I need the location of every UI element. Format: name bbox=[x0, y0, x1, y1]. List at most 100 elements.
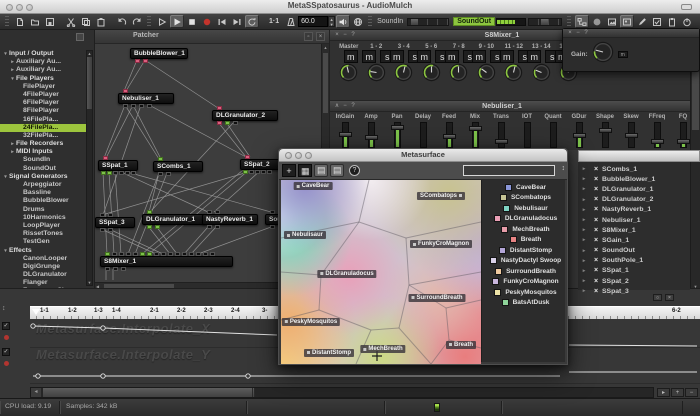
zoom-out-button[interactable]: − bbox=[685, 388, 698, 397]
chevron-right-icon[interactable]: ▸ bbox=[578, 248, 590, 254]
undo-button[interactable] bbox=[115, 15, 129, 28]
patcher-node-dlgranulator_1[interactable]: DLGranulator_1 bbox=[142, 214, 206, 225]
metronome-button[interactable] bbox=[284, 15, 298, 28]
redo-button[interactable] bbox=[130, 15, 144, 28]
open-file-button[interactable] bbox=[28, 15, 42, 28]
slider-handle[interactable] bbox=[625, 133, 638, 138]
param-slider[interactable] bbox=[472, 122, 479, 148]
object-row-sspat_3[interactable]: ▸×SSpat_3 bbox=[578, 286, 690, 296]
delete-icon[interactable]: × bbox=[590, 227, 602, 234]
copy-button[interactable] bbox=[79, 15, 93, 28]
chevron-right-icon[interactable]: ▸ bbox=[578, 176, 590, 182]
patcher-node-scombs_1[interactable]: SCombs_1 bbox=[153, 161, 203, 172]
slider-handle[interactable] bbox=[391, 125, 404, 130]
patcher-node-dlgranulator_2[interactable]: DLGranulator_2 bbox=[212, 110, 278, 121]
mute-button[interactable]: m bbox=[445, 50, 459, 63]
delete-icon[interactable]: × bbox=[590, 288, 602, 295]
channel-gain-knob[interactable] bbox=[445, 63, 473, 87]
channel-gain-knob[interactable] bbox=[390, 63, 418, 87]
patcher-node-sspat_2[interactable]: SSpat_2 bbox=[240, 159, 282, 170]
sidebar-item-midi-inputs[interactable]: ▸MIDI Inputs bbox=[0, 148, 86, 156]
sidebar-item-8fileplayer[interactable]: 8FilePlayer bbox=[0, 107, 86, 115]
lane-sort-icon[interactable]: ↕ bbox=[2, 305, 6, 312]
preset-row-scombatops[interactable]: SCombatops bbox=[482, 193, 565, 204]
object-row-dlgranulator_1[interactable]: ▸×DLGranulator_1 bbox=[578, 184, 690, 194]
slider-handle[interactable] bbox=[599, 128, 612, 133]
chevron-down-icon[interactable]: ▾ bbox=[2, 173, 9, 181]
delete-icon[interactable]: × bbox=[590, 257, 602, 264]
grid-view-button[interactable]: ▦ bbox=[298, 164, 312, 177]
delete-icon[interactable]: × bbox=[590, 247, 602, 254]
preset-chip-scombatops[interactable]: SCombatops bbox=[417, 192, 465, 200]
minimize-icon[interactable]: − bbox=[574, 29, 582, 38]
scroll-up-icon[interactable]: ▲ bbox=[322, 44, 329, 51]
audio-enable-button[interactable] bbox=[336, 15, 350, 28]
sidebar-item-4fileplayer[interactable]: 4FilePlayer bbox=[0, 91, 86, 99]
save-file-button[interactable] bbox=[43, 15, 57, 28]
tempo-spinner[interactable]: ▲▼ bbox=[328, 16, 335, 27]
object-row-sspat_2[interactable]: ▸×SSpat_2 bbox=[578, 276, 690, 286]
patcher-detach-button[interactable]: ▫ bbox=[304, 32, 313, 41]
preset-row-batsatdusk[interactable]: BatsAtDusk bbox=[482, 298, 565, 309]
gain-popup-header[interactable]: × − ? bbox=[563, 29, 699, 38]
play-button[interactable] bbox=[170, 15, 184, 28]
delete-icon[interactable]: × bbox=[590, 196, 602, 203]
patcher-node-nebuliser_1[interactable]: Nebuliser_1 bbox=[118, 93, 174, 104]
sidebar-item-input-output[interactable]: ▾Input / Output bbox=[0, 50, 86, 58]
metasurface-view-button[interactable] bbox=[620, 15, 634, 28]
patcher-header[interactable]: Patcher ▫ × bbox=[95, 30, 329, 44]
param-slider[interactable] bbox=[628, 122, 635, 148]
slider-handle[interactable] bbox=[365, 135, 378, 140]
preset-name-input[interactable] bbox=[463, 165, 555, 176]
preset-row-surroundbreath[interactable]: SurroundBreath bbox=[482, 266, 565, 277]
sidebar-item-auxiliary-au-[interactable]: ▸Auxiliary Au... bbox=[0, 58, 86, 66]
chevron-right-icon[interactable]: ▸ bbox=[578, 197, 590, 203]
minimize-icon[interactable]: − bbox=[341, 31, 349, 40]
lane-y-record-icon[interactable] bbox=[4, 361, 9, 366]
object-row-nebuliser_1[interactable]: ▸×Nebuliser_1 bbox=[578, 215, 690, 225]
sidebar-item-testgen[interactable]: TestGen bbox=[0, 238, 86, 246]
cut-button[interactable] bbox=[64, 15, 78, 28]
sidebar-item-soundin[interactable]: SoundIn bbox=[0, 156, 86, 164]
slider-thumb[interactable] bbox=[411, 19, 418, 25]
gain-knob[interactable] bbox=[592, 41, 614, 68]
object-row-s8mixer_1[interactable]: ▸×S8Mixer_1 bbox=[578, 225, 690, 235]
sidebar-item-6fileplayer[interactable]: 6FilePlayer bbox=[0, 99, 86, 107]
chevron-right-icon[interactable]: ▸ bbox=[578, 166, 590, 172]
mute-button[interactable]: m bbox=[472, 50, 486, 63]
preset-row-nebulisaur[interactable]: Nebulisaur bbox=[482, 203, 565, 214]
new-file-button[interactable] bbox=[13, 15, 27, 28]
sidebar-item-signal-generators[interactable]: ▾Signal Generators bbox=[0, 173, 86, 181]
lane-x-enable-checkbox[interactable]: ✓ bbox=[2, 322, 10, 330]
detail-view-button[interactable]: ▤ bbox=[330, 164, 344, 177]
minimize-icon[interactable]: − bbox=[341, 102, 349, 111]
preset-row-distantstomp[interactable]: DistantStomp bbox=[482, 245, 565, 256]
metasurface-titlebar[interactable]: Metasurface bbox=[279, 149, 567, 162]
delete-icon[interactable]: × bbox=[590, 217, 602, 224]
preset-chip-peskymosquitos[interactable]: PeskyMosquitos bbox=[282, 318, 340, 326]
sort-icon[interactable]: ↕ bbox=[562, 165, 566, 172]
preset-row-nastydactyl-swoop[interactable]: NastyDactyl Swoop bbox=[482, 256, 565, 267]
sidebar-item-auxiliary-au-[interactable]: ▸Auxiliary Au... bbox=[0, 66, 86, 74]
preset-chip-funkycromagnon[interactable]: FunkyCroMagnon bbox=[410, 240, 472, 248]
chevron-right-icon[interactable]: ▸ bbox=[578, 258, 590, 264]
scroll-down-icon[interactable]: ▼ bbox=[87, 280, 92, 285]
network-button[interactable] bbox=[351, 15, 365, 28]
timeline-play-button[interactable]: ▸ bbox=[657, 388, 670, 397]
about-button[interactable] bbox=[680, 15, 694, 28]
monitor-view-button[interactable] bbox=[590, 15, 604, 28]
sidebar-item-loopplayer[interactable]: LoopPlayer bbox=[0, 222, 86, 230]
param-slider[interactable] bbox=[446, 122, 453, 148]
preset-row-cavebear[interactable]: CaveBear bbox=[482, 182, 565, 193]
scrollbar-thumb[interactable] bbox=[43, 388, 255, 397]
patcher-node-sspat_1[interactable]: SSpat_1 bbox=[98, 160, 138, 171]
channel-gain-knob[interactable] bbox=[335, 63, 363, 87]
record-button[interactable] bbox=[200, 15, 214, 28]
titlebar-widget-icon[interactable] bbox=[681, 4, 692, 10]
sidebar-item-10harmonics[interactable]: 10Harmonics bbox=[0, 214, 86, 222]
chevron-down-icon[interactable]: ▾ bbox=[2, 247, 9, 255]
soundout-slider[interactable] bbox=[528, 18, 562, 26]
loop-button[interactable] bbox=[245, 15, 259, 28]
preset-row-peskymosquitos[interactable]: PeskyMosquitos bbox=[482, 287, 565, 298]
delete-icon[interactable]: × bbox=[590, 186, 602, 193]
